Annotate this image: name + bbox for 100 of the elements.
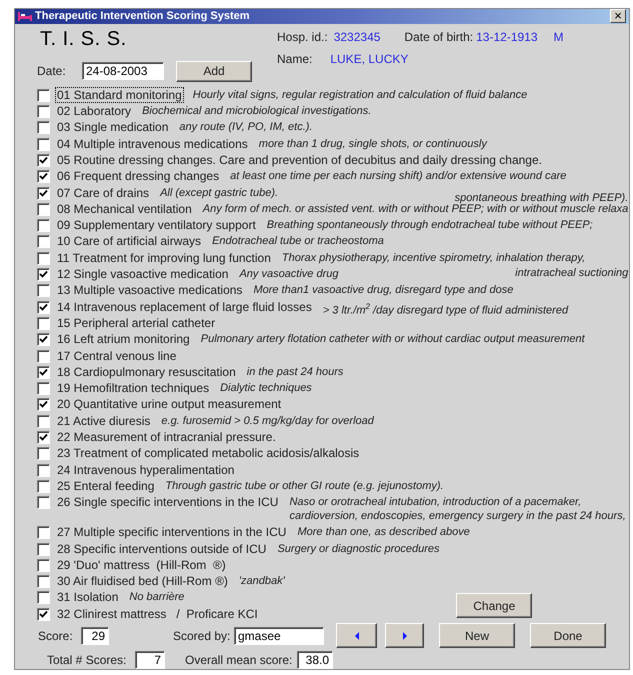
intervention-label[interactable]: 31 Isolation bbox=[56, 590, 120, 604]
checkbox[interactable] bbox=[37, 105, 50, 118]
checkbox[interactable] bbox=[37, 235, 50, 248]
checkbox[interactable] bbox=[37, 464, 50, 477]
checkmark-icon bbox=[39, 400, 48, 410]
intervention-label[interactable]: 12 Single vasoactive medication bbox=[56, 267, 230, 282]
checkbox[interactable] bbox=[37, 88, 50, 102]
intervention-description: more than 1 drug, single shots, or continuously bbox=[258, 136, 487, 151]
previous-button[interactable] bbox=[336, 623, 377, 648]
birth-date-value: 13-12-1913 bbox=[476, 30, 538, 44]
intervention-description: 'zandbak' bbox=[238, 574, 285, 588]
checkmark-icon bbox=[39, 302, 48, 312]
checkbox[interactable] bbox=[37, 382, 50, 396]
intervention-label[interactable]: 02 Laboratory bbox=[56, 104, 132, 118]
mean-score-field[interactable]: 38.0 bbox=[297, 651, 333, 669]
intervention-label[interactable]: 03 Single medication bbox=[56, 120, 170, 134]
add-button[interactable]: Add bbox=[176, 60, 252, 82]
intervention-label[interactable]: 08 Mechanical ventilation bbox=[56, 202, 193, 216]
intervention-label[interactable]: 04 Multiple intravenous medications bbox=[56, 136, 249, 151]
checkbox[interactable] bbox=[37, 447, 50, 460]
checkmark-icon bbox=[39, 610, 48, 619]
checkbox[interactable] bbox=[37, 480, 50, 493]
intervention-description: Pulmonary artery flotation catheter with or without cardiac output measurement bbox=[200, 332, 585, 346]
hosp-id-label: Hosp. id.: bbox=[277, 30, 328, 44]
checkbox[interactable] bbox=[37, 316, 50, 330]
checkbox[interactable] bbox=[37, 268, 50, 282]
intervention-label[interactable]: 15 Peripheral arterial catheter bbox=[56, 316, 216, 330]
checkbox[interactable] bbox=[37, 558, 50, 572]
hosp-id-value: 3232345 bbox=[334, 30, 380, 44]
done-button[interactable]: Done bbox=[530, 623, 606, 648]
intervention-label[interactable]: 29 'Duo' mattress (Hill-Rom ®) bbox=[56, 558, 227, 572]
intervention-label[interactable]: 14 Intravenous replacement of large fluid losses bbox=[56, 300, 313, 314]
next-button[interactable] bbox=[385, 623, 424, 648]
intervention-label[interactable]: 16 Left atrium monitoring bbox=[56, 332, 191, 346]
checkbox[interactable] bbox=[37, 526, 50, 540]
checkbox[interactable] bbox=[37, 414, 50, 428]
description-note: intratracheal suctioning bbox=[515, 266, 628, 280]
intervention-label[interactable]: 01 Standard monitoring bbox=[56, 88, 183, 102]
intervention-label[interactable]: 17 Central venous line bbox=[56, 348, 178, 363]
checkbox[interactable] bbox=[37, 202, 50, 216]
checkbox[interactable] bbox=[37, 300, 50, 314]
intervention-description: Thorax physiotherapy, incentive spirometry, inhalation therapy, bbox=[282, 250, 586, 265]
intervention-label[interactable]: 23 Treatment of complicated metabolic acidosis/alkalosis bbox=[56, 446, 360, 460]
score-field[interactable]: 29 bbox=[81, 626, 109, 644]
bed-icon bbox=[18, 11, 32, 22]
change-button[interactable]: Change bbox=[456, 593, 532, 618]
intervention-description: Dialytic techniques bbox=[220, 381, 312, 396]
scored-by-field[interactable]: gmasee bbox=[234, 626, 324, 644]
intervention-label[interactable]: 20 Quantitative urine output measurement bbox=[56, 397, 282, 412]
checkbox[interactable] bbox=[37, 350, 50, 363]
intervention-label[interactable]: 32 Clinirest mattress / Proficare KCI bbox=[56, 606, 259, 621]
checkbox[interactable] bbox=[37, 542, 50, 556]
checkmark-icon bbox=[39, 368, 48, 377]
intervention-description: Endotracheal tube or tracheostoma bbox=[212, 234, 384, 248]
intervention-label[interactable]: 05 Routine dressing changes. Care and prevention of decubitus and daily dressing change. bbox=[56, 152, 543, 167]
date-field[interactable]: 24-08-2003 bbox=[82, 62, 164, 80]
intervention-label[interactable]: 10 Care of artificial airways bbox=[56, 234, 202, 248]
checkbox[interactable] bbox=[37, 575, 50, 588]
intervention-label[interactable]: 07 Care of drains bbox=[56, 186, 150, 200]
new-button[interactable]: New bbox=[439, 623, 515, 648]
intervention-label[interactable]: 11 Treatment for improving lung function bbox=[56, 250, 272, 265]
intervention-label[interactable]: 30 Air fluidised bed (Hill-Rom ®) bbox=[56, 574, 229, 588]
intervention-description: Breathing spontaneously through endotracheal tube without PEEP; bbox=[266, 218, 593, 232]
checkbox[interactable] bbox=[37, 284, 50, 298]
intervention-label[interactable]: 26 Single specific interventions in the ICU bbox=[56, 495, 280, 510]
intervention-label[interactable]: 18 Cardiopulmonary resuscitation bbox=[56, 364, 237, 379]
intervention-label[interactable]: 06 Frequent dressing changes bbox=[56, 169, 220, 184]
intervention-description: No barrière bbox=[129, 590, 184, 604]
checkbox[interactable] bbox=[37, 154, 50, 167]
checkbox[interactable] bbox=[37, 431, 50, 444]
intervention-description: Surgery or diagnostic procedures bbox=[277, 542, 440, 556]
checkbox[interactable] bbox=[37, 138, 50, 151]
checkbox[interactable] bbox=[37, 333, 50, 346]
intervention-label[interactable]: 24 Intravenous hyperalimentation bbox=[56, 462, 236, 477]
intervention-label[interactable]: 09 Supplementary ventilatory support bbox=[56, 218, 257, 232]
checkbox[interactable] bbox=[37, 219, 50, 232]
checkbox[interactable] bbox=[37, 608, 50, 621]
checkbox[interactable] bbox=[37, 366, 50, 379]
checkbox[interactable] bbox=[37, 252, 50, 265]
intervention-label[interactable]: 22 Measurement of intracranial pressure. bbox=[56, 430, 277, 444]
score-label: Score: bbox=[38, 628, 74, 642]
checkbox[interactable] bbox=[37, 591, 50, 604]
name-label: Name: bbox=[277, 52, 312, 66]
right-arrow-icon bbox=[402, 632, 408, 640]
checkbox[interactable] bbox=[37, 121, 50, 134]
intervention-description: Hourly vital signs, regular registration and calculation of fluid balance bbox=[192, 88, 528, 102]
total-scores-label: Total # Scores: bbox=[47, 653, 128, 667]
intervention-label[interactable]: 21 Active diuresis bbox=[56, 414, 152, 428]
close-button[interactable]: × bbox=[610, 9, 626, 24]
checkbox[interactable] bbox=[37, 170, 50, 184]
checkbox[interactable] bbox=[37, 398, 50, 412]
intervention-description: > 3 ltr./m$^{2}$ /day disregard type of fluid administered bbox=[322, 300, 568, 318]
intervention-label[interactable]: 19 Hemofiltration techniques bbox=[56, 381, 210, 396]
intervention-label[interactable]: 13 Multiple vasoactive medications bbox=[56, 283, 244, 298]
intervention-label[interactable]: 25 Enteral feeding bbox=[56, 478, 156, 493]
checkbox[interactable] bbox=[37, 496, 50, 510]
total-scores-field[interactable]: 7 bbox=[135, 651, 165, 669]
intervention-label[interactable]: 27 Multiple specific interventions in the ICU bbox=[56, 525, 288, 540]
intervention-label[interactable]: 28 Specific interventions outside of ICU bbox=[56, 542, 268, 556]
checkbox[interactable] bbox=[37, 186, 50, 200]
